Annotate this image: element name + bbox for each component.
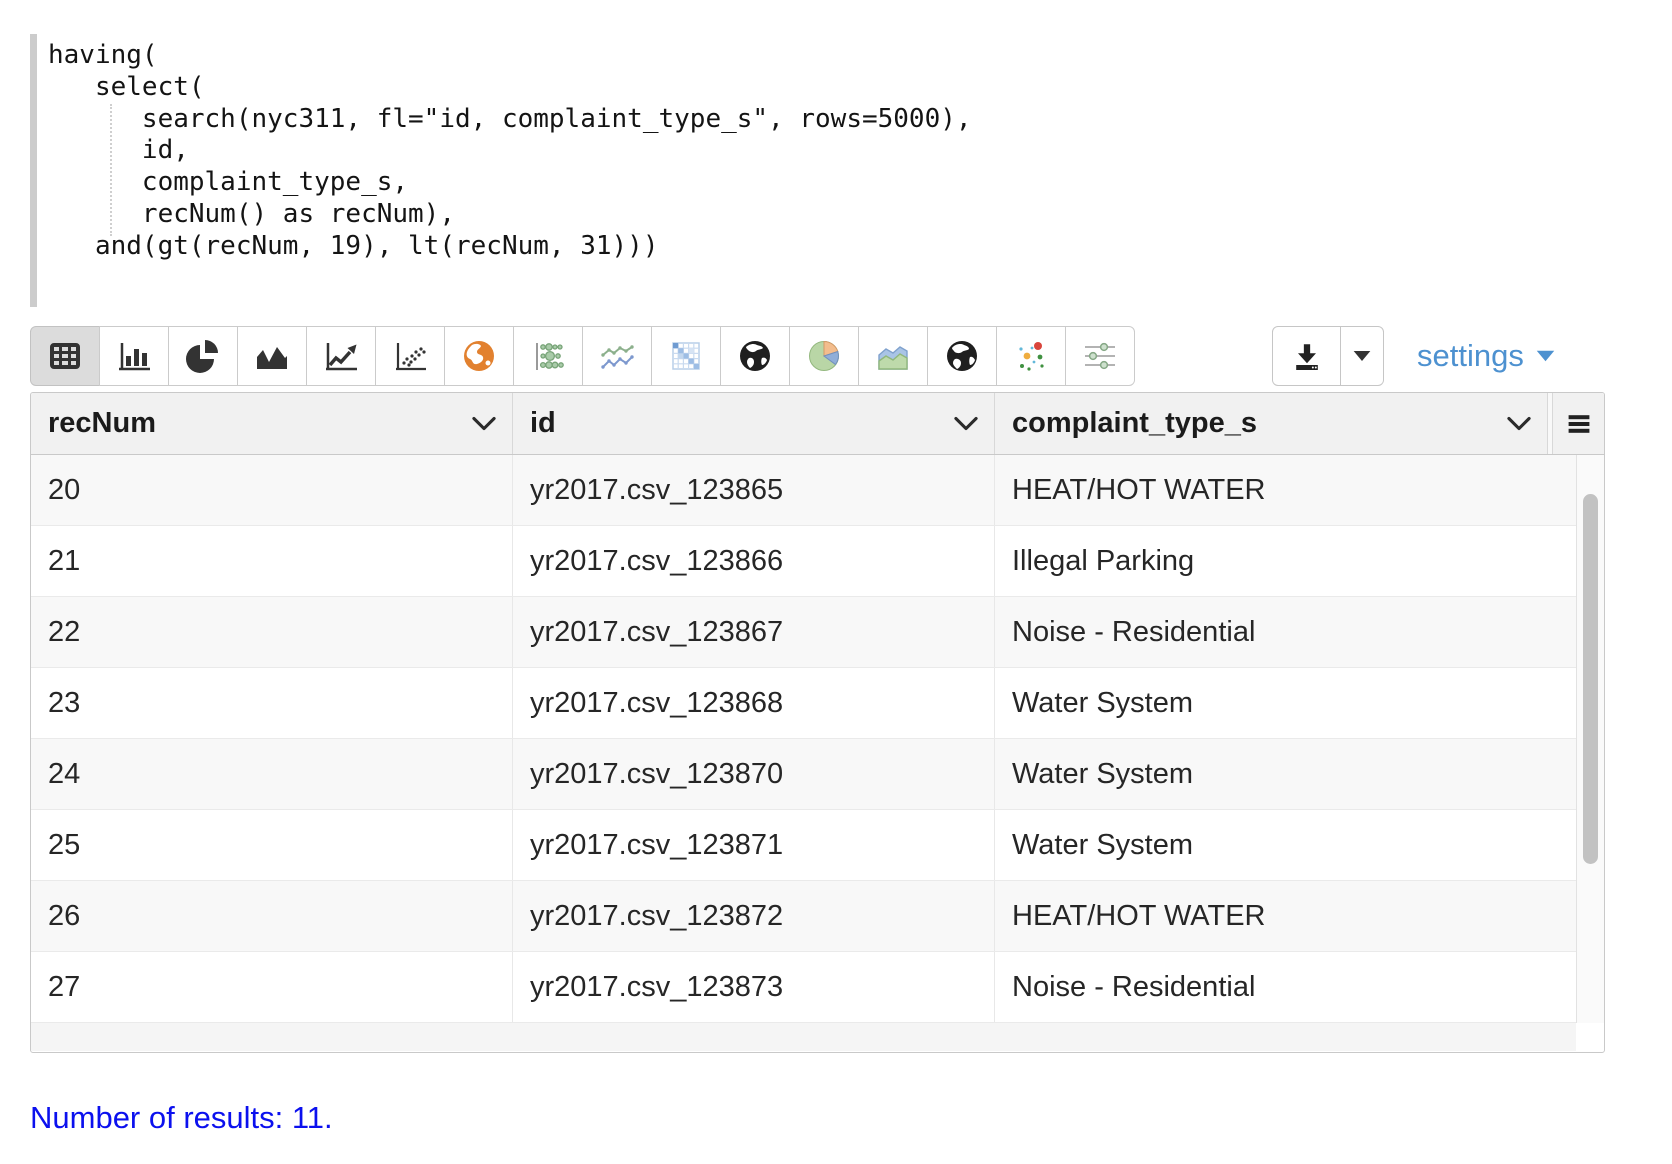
caret-down-icon — [1535, 349, 1556, 363]
cell-complaint_type_s[interactable]: Water System — [995, 739, 1576, 809]
table-row: 22yr2017.csv_123867Noise - Residential — [31, 597, 1576, 668]
table-body: 20yr2017.csv_123865HEAT/HOT WATER21yr201… — [31, 455, 1604, 1023]
chart-type-button-bar-chart[interactable] — [99, 326, 169, 386]
chart-type-button-scatter-color[interactable] — [996, 326, 1066, 386]
vertical-scrollbar-thumb[interactable] — [1583, 494, 1598, 864]
table-row: 26yr2017.csv_123872HEAT/HOT WATER — [31, 881, 1576, 952]
settings-label: settings — [1417, 338, 1524, 374]
cell-recNum[interactable]: 26 — [31, 881, 513, 951]
cell-recNum[interactable]: 24 — [31, 739, 513, 809]
download-icon — [1289, 338, 1325, 374]
table-row: 20yr2017.csv_123865HEAT/HOT WATER — [31, 455, 1576, 526]
code-text[interactable]: having( select( search(nyc311, fl="id, c… — [48, 40, 1230, 263]
chart-type-button-pie-color[interactable] — [789, 326, 859, 386]
hamburger-icon — [1563, 408, 1595, 440]
scatter-color-icon — [1011, 336, 1051, 376]
cell-complaint_type_s[interactable]: Water System — [995, 668, 1576, 738]
globe-orange-icon — [459, 336, 499, 376]
globe-dark-icon — [735, 336, 775, 376]
bar-chart-icon — [114, 336, 154, 376]
area-chart-icon — [252, 336, 292, 376]
chevron-down-icon[interactable] — [950, 413, 982, 435]
chevron-down-icon[interactable] — [468, 413, 500, 435]
cell-id[interactable]: yr2017.csv_123865 — [513, 455, 995, 525]
scatter-chart-icon — [390, 336, 430, 376]
multi-line-chart-icon — [597, 336, 637, 376]
vertical-scrollbar[interactable] — [1576, 455, 1604, 1023]
results-count: Number of results: 11. — [30, 1100, 333, 1136]
code-editor[interactable]: having( select( search(nyc311, fl="id, c… — [30, 34, 1230, 307]
table-menu-button[interactable] — [1552, 393, 1604, 454]
visualization-toolbar: settings — [30, 326, 1642, 386]
chart-type-button-globe-orange[interactable] — [444, 326, 514, 386]
column-header-id[interactable]: id — [513, 393, 995, 454]
cell-id[interactable]: yr2017.csv_123872 — [513, 881, 995, 951]
table-icon — [45, 336, 85, 376]
chart-type-button-bubble-grid[interactable] — [513, 326, 583, 386]
table-row: 21yr2017.csv_123866Illegal Parking — [31, 526, 1576, 597]
clipped-next-row — [31, 1023, 1576, 1051]
table-row: 25yr2017.csv_123871Water System — [31, 810, 1576, 881]
cell-recNum[interactable]: 22 — [31, 597, 513, 667]
table-row: 23yr2017.csv_123868Water System — [31, 668, 1576, 739]
cell-id[interactable]: yr2017.csv_123867 — [513, 597, 995, 667]
column-header-complaint_type_s[interactable]: complaint_type_s — [995, 393, 1548, 454]
heatmap-icon — [666, 336, 706, 376]
cell-complaint_type_s[interactable]: Water System — [995, 810, 1576, 880]
chart-type-button-scatter-chart[interactable] — [375, 326, 445, 386]
chart-type-button-table[interactable] — [30, 326, 100, 386]
settings-link[interactable]: settings — [1417, 326, 1556, 386]
table-header-row: recNum id complaint_type_s — [31, 393, 1604, 455]
chart-type-button-heatmap[interactable] — [651, 326, 721, 386]
chart-type-button-globe-dark2[interactable] — [927, 326, 997, 386]
cell-recNum[interactable]: 21 — [31, 526, 513, 596]
chart-type-button-line-chart[interactable] — [306, 326, 376, 386]
cell-complaint_type_s[interactable]: Illegal Parking — [995, 526, 1576, 596]
cell-id[interactable]: yr2017.csv_123866 — [513, 526, 995, 596]
column-header-label: complaint_type_s — [1012, 407, 1257, 440]
globe-dark2-icon — [942, 336, 982, 376]
cell-recNum[interactable]: 20 — [31, 455, 513, 525]
chart-type-button-group — [30, 326, 1135, 386]
results-table: recNumidcomplaint_type_s 20yr2017.csv_12… — [30, 392, 1605, 1053]
column-header-label: recNum — [48, 407, 156, 440]
chart-type-button-globe-dark[interactable] — [720, 326, 790, 386]
chart-type-button-area-color[interactable] — [858, 326, 928, 386]
chart-type-button-pie-chart[interactable] — [168, 326, 238, 386]
sliders-icon — [1080, 336, 1120, 376]
cell-recNum[interactable]: 23 — [31, 668, 513, 738]
cell-id[interactable]: yr2017.csv_123870 — [513, 739, 995, 809]
caret-down-icon — [1352, 349, 1372, 363]
indent-guide — [110, 104, 112, 236]
table-row: 24yr2017.csv_123870Water System — [31, 739, 1576, 810]
cell-complaint_type_s[interactable]: HEAT/HOT WATER — [995, 881, 1576, 951]
bubble-grid-icon — [528, 336, 568, 376]
table-row: 27yr2017.csv_123873Noise - Residential — [31, 952, 1576, 1023]
cell-recNum[interactable]: 27 — [31, 952, 513, 1022]
cell-complaint_type_s[interactable]: HEAT/HOT WATER — [995, 455, 1576, 525]
notebook-paragraph: having( select( search(nyc311, fl="id, c… — [0, 0, 1672, 1164]
chart-type-button-multi-line-chart[interactable] — [582, 326, 652, 386]
area-color-icon — [873, 336, 913, 376]
cell-id[interactable]: yr2017.csv_123871 — [513, 810, 995, 880]
cell-complaint_type_s[interactable]: Noise - Residential — [995, 597, 1576, 667]
download-options-button[interactable] — [1341, 327, 1383, 385]
pie-color-icon — [804, 336, 844, 376]
chart-type-button-area-chart[interactable] — [237, 326, 307, 386]
cell-recNum[interactable]: 25 — [31, 810, 513, 880]
cell-id[interactable]: yr2017.csv_123873 — [513, 952, 995, 1022]
cell-complaint_type_s[interactable]: Noise - Residential — [995, 952, 1576, 1022]
cell-id[interactable]: yr2017.csv_123868 — [513, 668, 995, 738]
chart-type-button-sliders[interactable] — [1065, 326, 1135, 386]
download-button[interactable] — [1273, 327, 1341, 385]
column-header-label: id — [530, 407, 556, 440]
chevron-down-icon[interactable] — [1503, 413, 1535, 435]
line-chart-icon — [321, 336, 361, 376]
column-header-recNum[interactable]: recNum — [31, 393, 513, 454]
download-split-button — [1272, 326, 1384, 386]
pie-chart-icon — [183, 336, 223, 376]
